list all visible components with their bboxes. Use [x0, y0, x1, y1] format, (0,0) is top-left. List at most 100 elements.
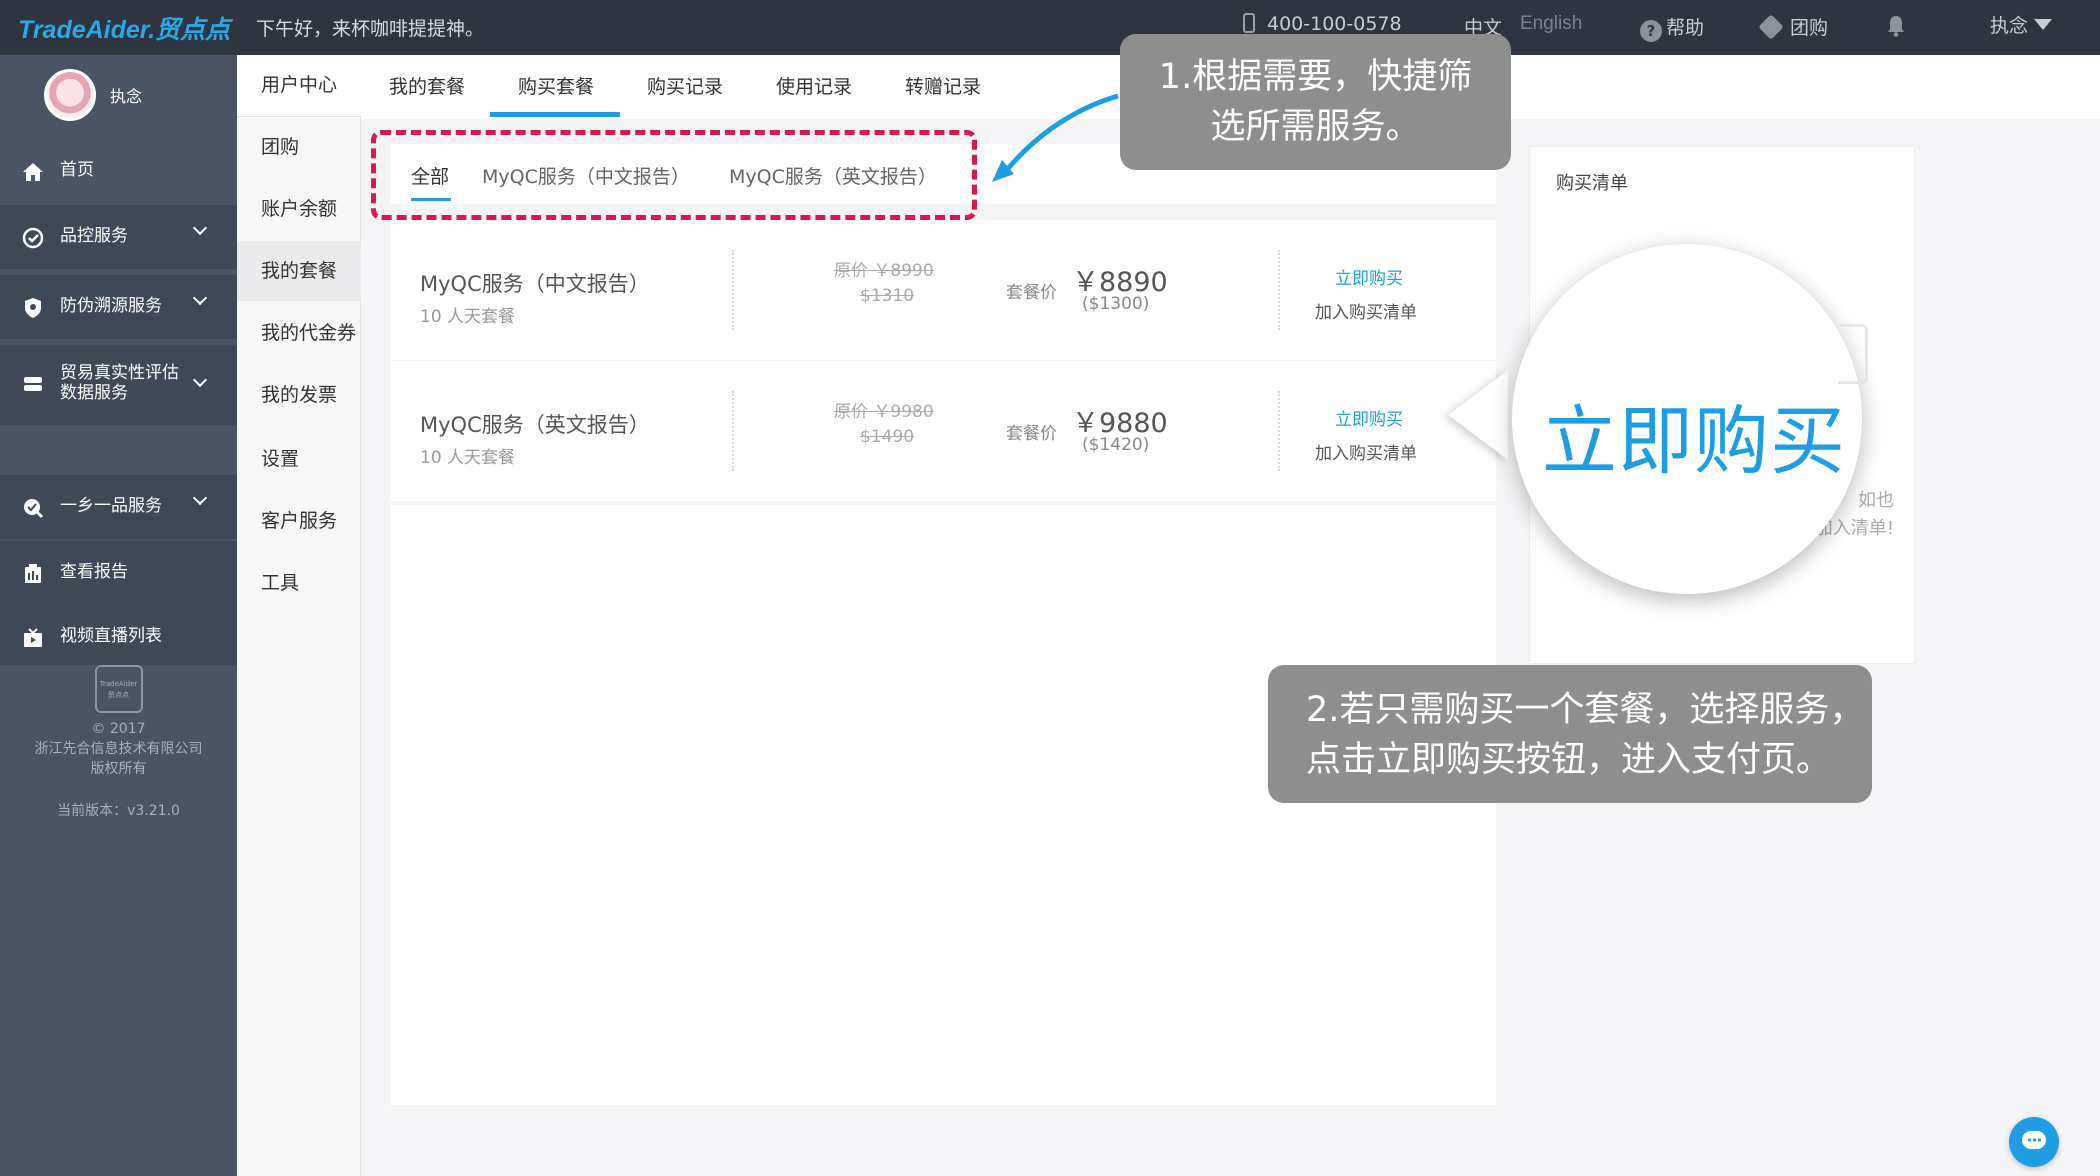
sidebar: 执念 首页 品控服务 防伪溯源服务 贸易真实性评估 数据服务 一乡一品服务 查看报…	[0, 55, 237, 1176]
sidebar-item-video[interactable]: 视频直播列表	[0, 605, 237, 665]
subnav-balance[interactable]: 账户余额	[237, 179, 361, 239]
sidebar-item-home[interactable]: 首页	[0, 139, 237, 203]
subnav-group-buy[interactable]: 团购	[237, 117, 361, 177]
active-tab-indicator	[490, 112, 620, 117]
callout-text: 1.根据需要，快捷筛	[1158, 57, 1473, 97]
magnifier-tail	[1448, 370, 1508, 460]
group-buy-link[interactable]: 团购	[1758, 13, 1829, 40]
package-price-usd: ($1420)	[1082, 435, 1150, 455]
phone-text: 400-100-0578	[1267, 13, 1402, 35]
package-price-label: 套餐价	[1006, 424, 1057, 444]
help-link[interactable]: ? 帮助	[1640, 13, 1704, 42]
sidebar-item-reports[interactable]: 查看报告	[0, 541, 237, 605]
chevron-down-icon	[192, 220, 208, 236]
subnav-my-packages[interactable]: 我的套餐	[237, 241, 361, 301]
chat-button[interactable]	[2009, 1117, 2059, 1167]
package-card: MyQC服务（中文报告） 10 人天套餐 原价 ￥8990 $1310 套餐价 …	[390, 220, 1496, 360]
report-icon	[25, 564, 41, 583]
step1-callout: 1.根据需要，快捷筛 选所需服务。	[1120, 34, 1511, 170]
buy-now-button[interactable]: 立即购买	[1335, 264, 1403, 289]
divider	[1278, 250, 1280, 330]
divider	[1278, 391, 1280, 471]
shield-icon	[25, 298, 41, 318]
sidebar-item-anti-counterfeit[interactable]: 防伪溯源服务	[0, 275, 237, 339]
company-name: 浙江先合信息技术有限公司	[34, 741, 203, 757]
purchase-list-title: 购买清单	[1556, 173, 1628, 194]
package-price-usd: ($1300)	[1082, 294, 1150, 314]
user-block[interactable]: 执念	[0, 55, 237, 137]
caret-down-icon	[2034, 19, 2053, 30]
quality-control-icon	[22, 227, 44, 249]
avatar[interactable]	[44, 69, 96, 121]
package-name: MyQC服务（英文报告）	[420, 413, 650, 437]
bell-icon[interactable]	[1886, 15, 1906, 37]
package-price-label: 套餐价	[1006, 283, 1057, 303]
original-price-usd: $1490	[860, 427, 915, 447]
tab-usage-records[interactable]: 使用记录	[764, 55, 864, 119]
step2-callout: 2.若只需购买一个套餐，选择服务， 点击立即购买按钮，进入支付页。	[1268, 665, 1872, 803]
sub-nav: 用户中心 团购 账户余额 我的套餐 我的代金券 我的发票 设置 客户服务 工具	[237, 55, 361, 1176]
callout-text: 点击立即购买按钮，进入支付页。	[1306, 740, 1832, 780]
home-icon	[23, 163, 43, 181]
rights-text: 版权所有	[90, 761, 147, 777]
sidebar-item-one-village[interactable]: 一乡一品服务	[0, 475, 237, 539]
footer-logo: TradeAider 贸点点	[94, 665, 143, 713]
phone-icon	[1243, 13, 1255, 33]
tab-gift-records[interactable]: 转赠记录	[893, 55, 993, 119]
divider	[732, 391, 734, 471]
phone-number: 400-100-0578	[1243, 13, 1402, 35]
logo[interactable]: TradeAider.贸点点	[18, 10, 230, 46]
version-text: 当前版本：v3.21.0	[57, 803, 180, 819]
callout-arrow	[992, 93, 1119, 182]
help-label: 帮助	[1666, 17, 1705, 39]
sidebar-item-label: 首页	[60, 160, 94, 180]
add-to-cart-button[interactable]: 加入购买清单	[1315, 439, 1417, 464]
chat-dots-icon	[2027, 1138, 2041, 1142]
chevron-down-icon	[192, 290, 208, 306]
subnav-tools[interactable]: 工具	[237, 553, 361, 613]
sidebar-item-label: 防伪溯源服务	[60, 296, 162, 316]
copyright-year: © 2017	[91, 721, 146, 737]
sidebar-item-label: 品控服务	[60, 226, 128, 246]
sidebar-item-label: 查看报告	[60, 562, 128, 582]
content-empty-area	[390, 505, 1496, 1105]
video-icon	[24, 628, 42, 647]
add-to-cart-button[interactable]: 加入购买清单	[1315, 298, 1417, 323]
callout-text: 2.若只需购买一个套餐，选择服务，	[1306, 690, 1865, 730]
tag-icon	[1758, 14, 1784, 40]
handshake-icon	[24, 377, 42, 391]
user-menu[interactable]: 执念	[1990, 11, 2053, 38]
sidebar-footer: TradeAider 贸点点 © 2017 浙江先合信息技术有限公司 版权所有 …	[0, 665, 237, 821]
sidebar-username: 执念	[110, 87, 143, 106]
magnifier-text: 立即购买	[1542, 397, 1847, 485]
subnav-customer-service[interactable]: 客户服务	[237, 491, 361, 551]
greeting-text: 下午好，来杯咖啡提提神。	[256, 18, 485, 40]
package-subtitle: 10 人天套餐	[420, 448, 516, 468]
subnav-settings[interactable]: 设置	[237, 429, 361, 489]
chevron-down-icon	[192, 372, 208, 388]
sidebar-item-quality-control[interactable]: 品控服务	[0, 205, 237, 269]
subnav-invoices[interactable]: 我的发票	[237, 365, 361, 425]
tab-purchase-records[interactable]: 购买记录	[635, 55, 735, 119]
chevron-down-icon	[192, 490, 208, 506]
sidebar-item-label: 视频直播列表	[60, 626, 162, 646]
lang-en-link[interactable]: English	[1520, 13, 1582, 35]
magnifier-background-shape	[1838, 324, 1868, 384]
callout-text: 选所需服务。	[1210, 107, 1421, 147]
buy-now-button[interactable]: 立即购买	[1335, 405, 1403, 430]
package-subtitle: 10 人天套餐	[420, 307, 516, 327]
search-badge-icon	[24, 499, 44, 519]
tab-my-packages[interactable]: 我的套餐	[377, 55, 477, 119]
original-price-usd: $1310	[860, 286, 915, 306]
subnav-user-center[interactable]: 用户中心	[237, 55, 361, 117]
sidebar-item-trade-authenticity[interactable]: 贸易真实性评估 数据服务	[0, 345, 237, 425]
group-buy-label: 团购	[1790, 17, 1829, 39]
package-name: MyQC服务（中文报告）	[420, 272, 650, 296]
divider	[732, 250, 734, 330]
sidebar-item-label: 一乡一品服务	[60, 496, 162, 516]
filter-highlight-box	[371, 130, 977, 220]
tab-buy-packages[interactable]: 购买套餐	[506, 55, 606, 119]
sidebar-item-label: 贸易真实性评估 数据服务	[60, 363, 179, 403]
subnav-vouchers[interactable]: 我的代金券	[237, 303, 361, 363]
package-card: MyQC服务（英文报告） 10 人天套餐 原价 ￥9980 $1490 套餐价 …	[390, 361, 1496, 501]
